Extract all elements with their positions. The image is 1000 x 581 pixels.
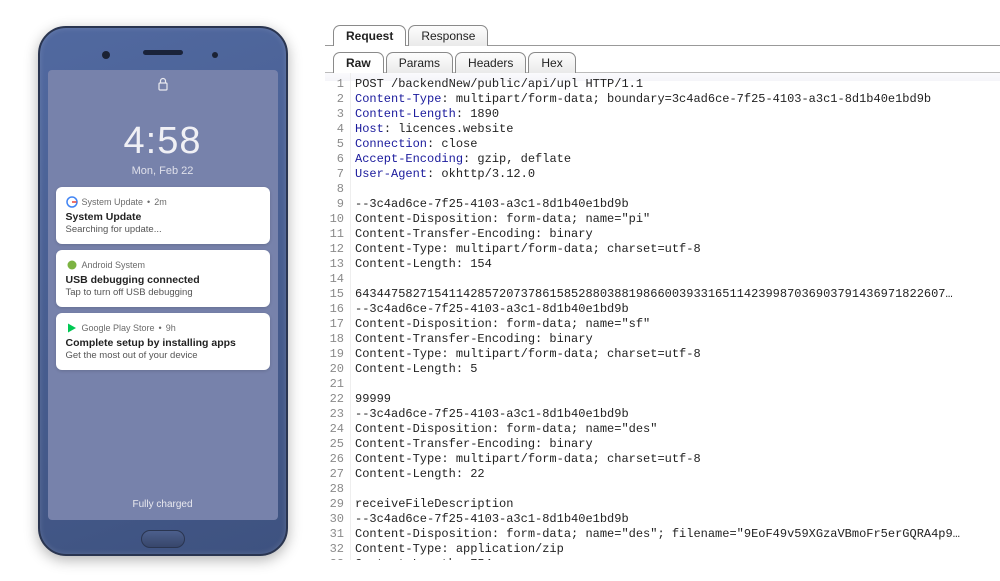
notification-header: System Update • 2m [66, 196, 260, 208]
notification-card[interactable]: System Update • 2m System Update Searchi… [56, 187, 270, 244]
top-tab-row: Request Response [325, 24, 1000, 46]
status-bar [48, 70, 278, 98]
home-button[interactable] [141, 530, 185, 548]
subtab-hex[interactable]: Hex [528, 52, 575, 73]
notification-app: Google Play Store [82, 323, 155, 333]
phone-screen: 4:58 Mon, Feb 22 System Update • 2m Syst… [48, 70, 278, 520]
play-store-icon [66, 322, 78, 334]
fully-charged-label: Fully charged [48, 499, 278, 510]
notification-age: 9h [166, 323, 176, 333]
notification-title: USB debugging connected [66, 274, 260, 286]
speaker-slot [143, 50, 183, 55]
notification-body: Get the most out of your device [66, 350, 260, 361]
notification-card[interactable]: Google Play Store • 9h Complete setup by… [56, 313, 270, 370]
subtab-params[interactable]: Params [386, 52, 453, 73]
tab-response[interactable]: Response [408, 25, 488, 46]
notification-app: Android System [82, 260, 146, 270]
notification-title: System Update [66, 211, 260, 223]
tab-request[interactable]: Request [333, 25, 406, 46]
google-g-icon [66, 196, 78, 208]
lockscreen-clock: 4:58 Mon, Feb 22 [48, 120, 278, 177]
notification-title: Complete setup by installing apps [66, 337, 260, 349]
phone-frame: 4:58 Mon, Feb 22 System Update • 2m Syst… [38, 26, 288, 556]
subtab-headers[interactable]: Headers [455, 52, 526, 73]
clock-time: 4:58 [48, 120, 278, 163]
notification-header: Android System [66, 259, 260, 271]
notification-header: Google Play Store • 9h [66, 322, 260, 334]
front-camera-dot [102, 51, 110, 59]
lock-icon [157, 77, 169, 91]
sub-tab-row: Raw Params Headers Hex [325, 46, 1000, 73]
notification-body: Searching for update... [66, 224, 260, 235]
phone-mockup-area: 4:58 Mon, Feb 22 System Update • 2m Syst… [0, 0, 325, 581]
android-icon [66, 259, 78, 271]
notifications-list: System Update • 2m System Update Searchi… [48, 177, 278, 370]
notification-app: System Update [82, 197, 144, 207]
clock-date: Mon, Feb 22 [48, 165, 278, 177]
line-gutter: 1 2 3 4 5 6 7 8 9 10 11 12 13 14 15 16 1… [325, 73, 351, 560]
subtab-raw[interactable]: Raw [333, 52, 384, 73]
phone-bezel-top [48, 36, 278, 70]
notification-age: 2m [154, 197, 167, 207]
http-panel: Request Response Raw Params Headers Hex … [325, 0, 1000, 581]
raw-request-area[interactable]: 1 2 3 4 5 6 7 8 9 10 11 12 13 14 15 16 1… [325, 73, 1000, 560]
notification-body: Tap to turn off USB debugging [66, 287, 260, 298]
notification-card[interactable]: Android System USB debugging connected T… [56, 250, 270, 307]
sensor-dot [212, 52, 218, 58]
raw-request-text[interactable]: POST /backendNew/public/api/upl HTTP/1.1… [351, 73, 976, 560]
